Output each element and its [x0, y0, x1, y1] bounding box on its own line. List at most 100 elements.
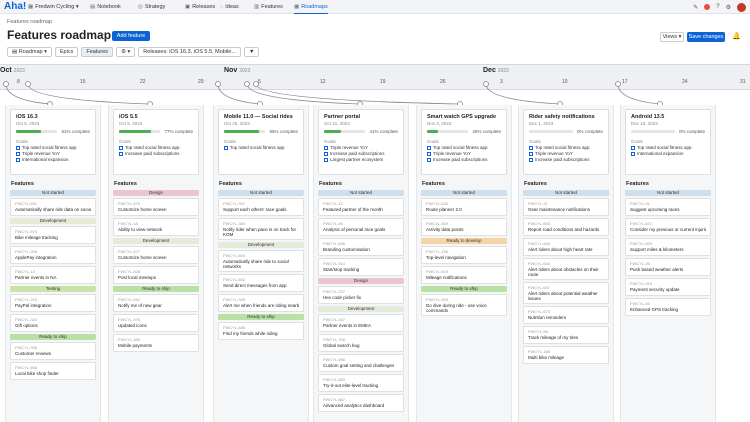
feature-card[interactable]: FWCYL-575 Bike mileage tracking	[10, 226, 96, 244]
goal-item[interactable]: Increase paid subscriptions	[119, 151, 193, 156]
help-icon[interactable]: ?	[716, 4, 719, 10]
feature-card[interactable]: FWCYL-514 Start/stop tracking	[318, 258, 404, 276]
feature-card[interactable]: FWCYL-31 Suggest upcoming races	[625, 198, 711, 216]
features-tab[interactable]: Features	[81, 47, 114, 57]
feature-card[interactable]: FWCYL-691 Automatically share ride data o…	[10, 198, 96, 216]
feature-card[interactable]: FWCYL-647 Alert riders about potential we…	[523, 282, 609, 304]
goal-item[interactable]: Triple revenue YoY	[427, 151, 501, 156]
feature-card[interactable]: FWCYL-552 Send direct messages from app	[218, 274, 304, 292]
feature-card[interactable]: FWCYL-644 Alert riders about obstacles on…	[523, 258, 609, 280]
release-card[interactable]: Mobile 11.0 — Social rides Oct 25, 2023 85…	[218, 109, 304, 175]
release-card[interactable]: Partner portal Oct 31, 2023 41% complete Go…	[318, 109, 404, 175]
nav-strategy[interactable]: ◎ Strategy	[138, 0, 165, 14]
goal-item[interactable]: Top rated social fitness app	[16, 145, 90, 150]
feature-card[interactable]: FWCYL-628 Post local meetups	[113, 266, 199, 284]
release-card[interactable]: iOS 5.5 Oct 5, 2023 77% complete Goals Top r…	[113, 109, 199, 175]
goal-item[interactable]: Top rated social fitness app	[631, 145, 705, 150]
feature-card[interactable]: FWCYL-347 Partner events in EMEA	[318, 314, 404, 332]
nav-notebook[interactable]: ▤ Notebook	[90, 0, 121, 14]
add-feature-button[interactable]: Add feature	[112, 31, 150, 41]
feature-card[interactable]: FWCYL-484 Mobile payments	[113, 334, 199, 352]
feature-card[interactable]: FWCYL-706 Global search bug	[318, 334, 404, 352]
goal-item[interactable]: Top rated social fitness app	[224, 145, 298, 150]
feature-card[interactable]: FWCYL-208 ApplePay integration	[10, 246, 96, 264]
feature-card[interactable]: FWCYL-475 Updated icons	[113, 314, 199, 332]
feature-card[interactable]: FWCYL-58 Track mileage of my tires	[523, 326, 609, 344]
release-card[interactable]: Android 13.5 Dec 15, 2023 0% complete Goals…	[625, 109, 711, 175]
release-name[interactable]: Android 13.5	[631, 114, 705, 120]
goal-item[interactable]: International expansion	[16, 157, 90, 162]
goal-item[interactable]: Top rated social fitness app	[119, 145, 193, 150]
goal-item[interactable]: Triple revenue YoY	[16, 151, 90, 156]
goal-item[interactable]: Top rated social fitness app	[529, 145, 603, 150]
goal-item[interactable]: Increase paid subscriptions	[427, 157, 501, 162]
feature-card[interactable]: FWCYL-599 Support miles & kilometers	[625, 238, 711, 256]
feature-card[interactable]: FWCYL-619 Mileage notifications	[421, 266, 507, 284]
release-name[interactable]: iOS 5.5	[119, 114, 193, 120]
feature-card[interactable]: FWCYL-336 Customer reviews	[10, 342, 96, 360]
feature-card[interactable]: FWCYL-658 Custom goal setting and challen…	[318, 354, 404, 372]
feature-card[interactable]: FWCYL-485 Find my friends while riding	[218, 322, 304, 340]
feature-card[interactable]: FWCYL-509 Activity data points	[421, 218, 507, 236]
feature-card[interactable]: FWCYL-673 Nutrition reminders	[523, 306, 609, 324]
goal-item[interactable]: Increase paid subscriptions	[529, 157, 603, 162]
feature-card[interactable]: FWCYL-384 Notify rider when pace is on tr…	[218, 218, 304, 240]
feature-card[interactable]: FWCYL-583 Try-it-out elite-level tracking	[318, 374, 404, 392]
nav-ideas[interactable]: ◌ Ideas	[220, 0, 239, 14]
feature-card[interactable]: FWCYL-320 Gift options	[10, 314, 96, 332]
feature-card[interactable]: FWCYL-679 Customize home screen	[113, 198, 199, 216]
feature-card[interactable]: FWCYL-696 Branding customisation	[318, 238, 404, 256]
feature-card[interactable]: FWCYL-626 Route planner 2.0	[421, 198, 507, 216]
feature-card[interactable]: FWCYL-645 Alert riders about high heart r…	[523, 238, 609, 256]
feature-card[interactable]: FWCYL-46 Analysis of personal race goals	[318, 218, 404, 236]
goal-item[interactable]: International expansion	[631, 151, 705, 156]
feature-card[interactable]: FWCYL-542 Notify me of new gear	[113, 294, 199, 312]
aha-logo[interactable]: Aha!	[4, 1, 26, 12]
feature-card[interactable]: FWCYL-604 Automatically share ride to soc…	[218, 250, 304, 272]
release-card[interactable]: Rider safety notifications Dec 1, 2023 0% …	[523, 109, 609, 175]
goal-item[interactable]: Largest partner ecosystem	[324, 157, 398, 162]
release-name[interactable]: iOS 16.3	[16, 114, 90, 120]
feature-card[interactable]: FWCYL-707 Hex code picker fix	[318, 286, 404, 304]
release-card[interactable]: Smart watch GPS upgrade Nov 3, 2023 26% co…	[421, 109, 507, 175]
goal-item[interactable]: Triple revenue YoY	[529, 151, 603, 156]
feature-card[interactable]: FWCYL-46 Enhanced GPS tracking	[625, 298, 711, 316]
nav-roadmaps[interactable]: ▦ Roadmaps	[294, 0, 328, 14]
epics-tab[interactable]: Epics	[54, 47, 79, 57]
feature-card[interactable]: FWCYL-185 Multi bike mileage	[523, 346, 609, 364]
breadcrumb[interactable]: Features roadmap	[7, 19, 52, 25]
filter-button[interactable]: ▼	[243, 47, 260, 57]
nav-releases[interactable]: ▣ Releases	[185, 0, 215, 14]
feature-card[interactable]: FWCYL-337 Support each others' race goals	[218, 198, 304, 216]
release-name[interactable]: Smart watch GPS upgrade	[427, 114, 501, 120]
feature-card[interactable]: FWCYL-677 Customize home screen	[113, 246, 199, 264]
feature-card[interactable]: FWCYL-12 Featured partner of the month	[318, 198, 404, 216]
roadmap-dropdown[interactable]: ▤ Roadmap ▾	[7, 47, 52, 57]
release-card[interactable]: iOS 16.3 Oct 5, 2023 61% complete Goals Top …	[10, 109, 96, 175]
feature-card[interactable]: FWCYL-156 Top-level navigation	[421, 246, 507, 264]
nav-features[interactable]: ▥ Features	[254, 0, 283, 14]
feature-card[interactable]: FWCYL-21 Gear maintenance notifications	[523, 198, 609, 216]
edit-icon[interactable]: ✎	[693, 4, 698, 11]
releases-filter[interactable]: Releases: iOS 16.3, iOS 5.5, Mobile...	[138, 47, 241, 57]
feature-card[interactable]: FWCYL-672 Consider my previous or current…	[625, 218, 711, 236]
feature-card[interactable]: FWCYL-687 Advanced analytics dashboard	[318, 394, 404, 412]
goal-item[interactable]: Top rated social fitness app	[427, 145, 501, 150]
star-icon[interactable]: ☆	[97, 30, 105, 41]
feature-card[interactable]: FWCYL-210 PayPal integration	[10, 294, 96, 312]
save-changes-button[interactable]: Save changes	[687, 32, 725, 42]
goal-item[interactable]: Triple revenue YoY	[324, 145, 398, 150]
goal-item[interactable]: Increase paid subscriptions	[324, 151, 398, 156]
bell-icon[interactable]: 🔔	[732, 32, 741, 40]
release-name[interactable]: Rider safety notifications	[529, 114, 603, 120]
notification-badge[interactable]	[704, 4, 711, 10]
feature-card[interactable]: FWCYL-315 Payment security update	[625, 278, 711, 296]
settings-dropdown[interactable]: ⚙ ▾	[116, 47, 136, 57]
workspace-switcher[interactable]: ▦ Fredwin Cycling ▾	[28, 0, 79, 14]
feature-card[interactable]: FWCYL-653 Report road conditions and haza…	[523, 218, 609, 236]
feature-card[interactable]: FWCYL-698 Local bike shop finder	[10, 362, 96, 380]
release-name[interactable]: Mobile 11.0 — Social rides	[224, 114, 298, 120]
feature-card[interactable]: FWCYL-14 Partner events in NA	[10, 266, 96, 284]
avatar[interactable]	[737, 2, 746, 12]
feature-card[interactable]: FWCYL-25 Push based weather alerts	[625, 258, 711, 276]
